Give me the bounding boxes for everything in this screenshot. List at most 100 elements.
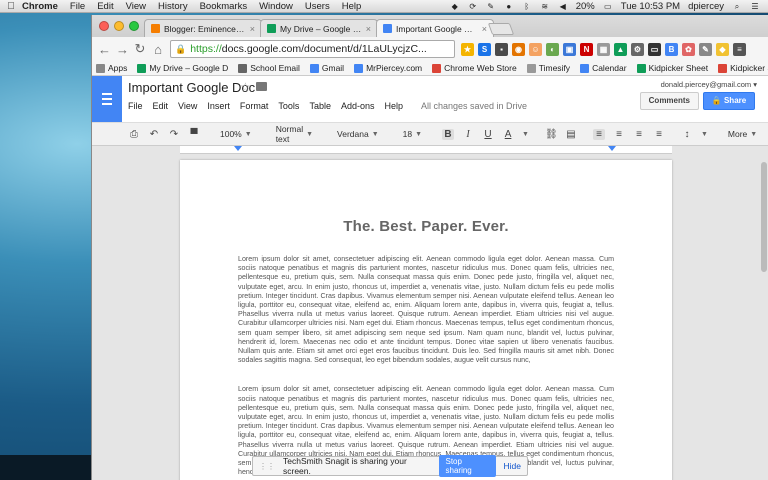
save-status[interactable]: All changes saved in Drive (421, 101, 527, 111)
extension-yellow-icon[interactable]: ◆ (716, 42, 729, 56)
bookmark-kidpicker-sheet[interactable]: Kidpicker Sheet (636, 63, 708, 73)
comments-button[interactable]: Comments (639, 92, 699, 110)
close-tab-icon[interactable]: × (250, 24, 255, 34)
recording-icon[interactable]: ● (504, 2, 514, 11)
extension-face-icon[interactable]: ☺ (529, 42, 542, 56)
spotlight-icon[interactable]: ⌕ (732, 2, 742, 11)
font-select[interactable]: Verdana ▼ (333, 129, 383, 139)
extension-wrench-icon[interactable]: ✎ (699, 42, 712, 56)
new-tab-button[interactable] (487, 23, 515, 35)
style-select[interactable]: Normal text ▼ (272, 124, 317, 144)
user-name[interactable]: dpiercey (688, 1, 724, 12)
extension-blue-icon[interactable]: ▣ (563, 42, 576, 56)
clock[interactable]: Tue 10:53 PM (621, 1, 680, 12)
extension-s-icon[interactable]: S (478, 42, 491, 56)
scrollbar-thumb[interactable] (761, 162, 767, 272)
left-indent-marker[interactable] (234, 146, 242, 151)
menu-edit[interactable]: Edit (97, 1, 113, 12)
zoom-window-button[interactable] (129, 21, 139, 31)
doc-title[interactable]: Important Google Doc (128, 80, 255, 95)
extension-gray-icon[interactable]: ▦ (597, 42, 610, 56)
align-right-icon[interactable]: ≡ (633, 129, 645, 140)
docs-home-icon[interactable] (92, 76, 122, 122)
extension-green-icon[interactable]: ◐ (546, 42, 559, 56)
docs-menu-view[interactable]: View (178, 101, 197, 111)
menu-view[interactable]: View (126, 1, 146, 12)
tab-important-doc[interactable]: Important Google Doc – G × (376, 19, 494, 37)
bookmark-school-email[interactable]: School Email (238, 63, 300, 73)
notification-icon[interactable]: ☰ (750, 2, 760, 11)
undo-icon[interactable]: ↶ (148, 129, 160, 140)
drag-handle-icon[interactable]: ⋮⋮ (259, 462, 275, 471)
bold-button[interactable]: B (442, 128, 455, 140)
justify-icon[interactable]: ≡ (653, 129, 665, 140)
share-button[interactable]: 🔒 Share (703, 92, 755, 110)
bookmark-mrpiercey[interactable]: MrPiercey.com (354, 63, 422, 73)
folder-icon[interactable] (256, 82, 267, 91)
extension-camera-icon[interactable]: ▭ (648, 42, 661, 56)
battery-icon[interactable]: ▭ (603, 2, 613, 11)
volume-icon[interactable]: ◀ (558, 2, 568, 11)
docs-menu-table[interactable]: Table (309, 101, 331, 111)
right-indent-marker[interactable] (608, 146, 616, 151)
menu-help[interactable]: Help (342, 1, 362, 12)
menu-app-name[interactable]: Chrome (22, 1, 58, 12)
extension-drive-icon[interactable]: ▲ (614, 42, 627, 56)
tab-blogger[interactable]: Blogger: Eminence EdTech × (144, 19, 262, 37)
menu-window[interactable]: Window (259, 1, 293, 12)
font-size-select[interactable]: 18 ▼ (399, 129, 426, 139)
bookmark-calendar[interactable]: Calendar (580, 63, 627, 73)
scrollbar[interactable] (759, 146, 768, 480)
comment-icon[interactable]: ▤ (565, 129, 577, 140)
bookmark-kidpicker-script[interactable]: Kidpicker Script (718, 63, 768, 73)
ruler[interactable] (180, 146, 672, 154)
bookmark-gmail[interactable]: Gmail (309, 63, 344, 73)
align-left-icon[interactable]: ≡ (592, 128, 605, 140)
apple-icon[interactable]:  (0, 1, 22, 12)
extension-red-icon[interactable]: ✿ (682, 42, 695, 56)
paint-format-icon[interactable]: ▀ (188, 129, 200, 140)
close-window-button[interactable] (99, 21, 109, 31)
document-page[interactable]: The. Best. Paper. Ever. Lorem ipsum dolo… (180, 160, 672, 480)
back-arrow-icon[interactable]: ← (98, 42, 111, 57)
bookmark-timesify[interactable]: Timesify (526, 63, 570, 73)
bookmark-chrome-web-store[interactable]: Chrome Web Store (432, 63, 517, 73)
bluetooth-icon[interactable]: ᛒ (522, 2, 532, 11)
wifi-icon[interactable]: ≋ (540, 2, 550, 11)
bookmark-star-icon[interactable]: ★ (461, 42, 474, 56)
extension-orange-icon[interactable]: ◉ (512, 42, 525, 56)
extension-gear-icon[interactable]: ⚙ (631, 42, 644, 56)
close-tab-icon[interactable]: × (366, 24, 371, 34)
chevron-down-icon[interactable]: ▼ (701, 131, 708, 138)
docs-menu-addons[interactable]: Add-ons (341, 101, 375, 111)
menu-history[interactable]: History (158, 1, 188, 12)
docs-menu-insert[interactable]: Insert (207, 101, 230, 111)
align-center-icon[interactable]: ≡ (613, 129, 625, 140)
home-icon[interactable]: ⌂ (152, 42, 164, 57)
extension-b-icon[interactable]: B (665, 42, 678, 56)
redo-icon[interactable]: ↷ (168, 129, 180, 140)
stop-sharing-button[interactable]: Stop sharing (438, 455, 496, 477)
docs-menu-format[interactable]: Format (240, 101, 269, 111)
chevron-down-icon[interactable]: ▼ (522, 131, 529, 138)
docs-menu-edit[interactable]: Edit (153, 101, 169, 111)
dropbox-icon[interactable]: ◆ (450, 2, 460, 11)
close-tab-icon[interactable]: × (482, 24, 487, 34)
star-icon[interactable]: ☆ (240, 80, 251, 94)
zoom-select[interactable]: 100% ▼ (216, 129, 256, 139)
extension-dark-icon[interactable]: ▪ (495, 42, 508, 56)
reload-icon[interactable]: ↻ (134, 41, 146, 57)
tab-google-drive[interactable]: My Drive – Google Drive × (260, 19, 378, 37)
docs-menu-help[interactable]: Help (384, 101, 403, 111)
line-spacing-icon[interactable]: ↕ (681, 129, 693, 140)
minimize-window-button[interactable] (114, 21, 124, 31)
extension-n-icon[interactable]: N (580, 42, 593, 56)
italic-button[interactable]: I (462, 129, 474, 140)
forward-arrow-icon[interactable]: → (116, 42, 129, 57)
menu-users[interactable]: Users (305, 1, 330, 12)
bookmark-my-drive[interactable]: My Drive – Google D (137, 63, 228, 73)
chrome-menu-icon[interactable]: ≡ (733, 42, 746, 56)
menu-bookmarks[interactable]: Bookmarks (200, 1, 248, 12)
more-menu[interactable]: More ▼ (724, 129, 761, 139)
paragraph[interactable]: Lorem ipsum dolor sit amet, consectetuer… (238, 255, 614, 365)
